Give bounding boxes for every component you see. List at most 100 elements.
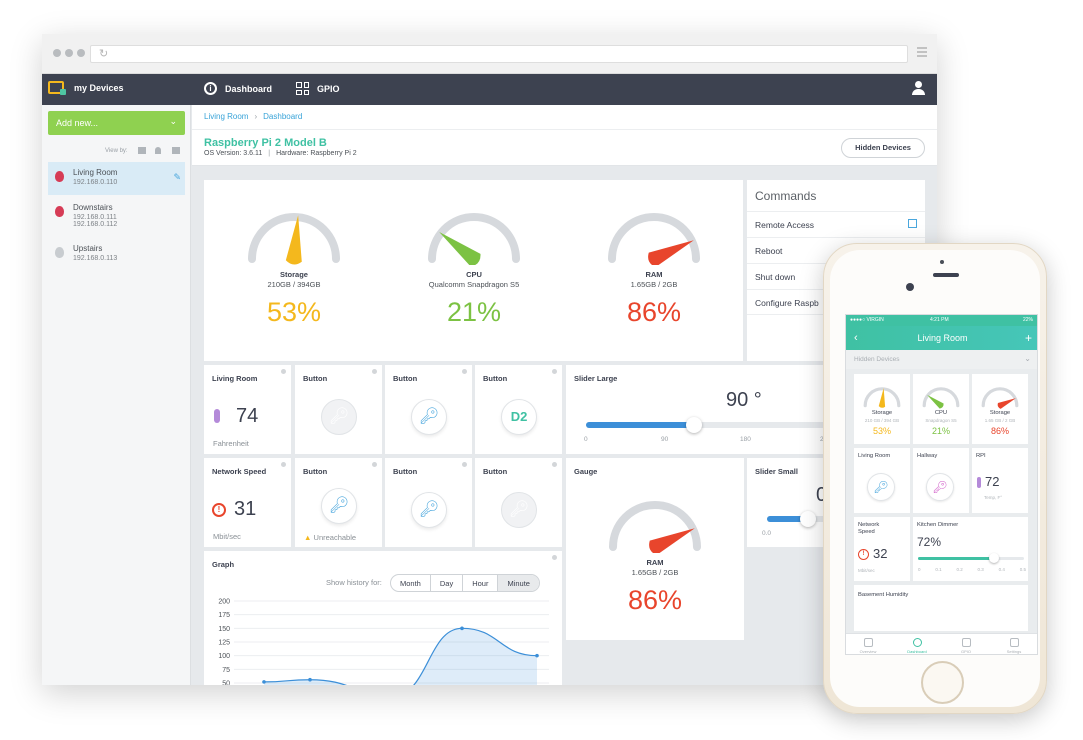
unreachable-status: ▲ Unreachable [304, 533, 356, 542]
key-button[interactable]: 🔑︎ [867, 473, 895, 501]
front-camera [906, 283, 914, 291]
gauge-needle [878, 388, 886, 408]
button-widget-5: Button 🔑︎ [385, 458, 472, 547]
os-version: OS Version: 3.6.11 [204, 150, 263, 157]
gauge-percent: 86% [627, 585, 683, 615]
address-bar[interactable]: ↻ [90, 45, 908, 63]
key-button[interactable]: 🔑︎ [321, 488, 357, 524]
reload-icon[interactable]: ↻ [99, 47, 108, 60]
key-button[interactable]: 🔑︎ [926, 473, 954, 501]
y-tick-label: 75 [222, 667, 230, 674]
ram-gauge-widget: RAM 1.65GB / 2GB 86% [585, 483, 725, 616]
slider-handle[interactable] [686, 417, 702, 433]
mobile-tile-dimmer: Kitchen Dimmer 72% 0 0.1 0.2 0.3 0.4 0.5 [913, 517, 1028, 581]
system-gauges-panel: Storage 210GB / 394GB 53% CPU Qualcomm S… [204, 180, 743, 361]
clock: 4:21 PM [930, 317, 949, 323]
back-icon[interactable]: ‹ [854, 326, 858, 350]
command-remote-access[interactable]: Remote Access [747, 211, 925, 237]
user-view-icon[interactable] [155, 147, 161, 154]
phone-device: ●●●●○ VIRGIN 4:21 PM 22% ‹ Living Room +… [823, 243, 1047, 714]
gauge-percent: 86% [626, 297, 682, 327]
edit-icon[interactable]: ✎ [173, 172, 181, 183]
phone-screen: ●●●●○ VIRGIN 4:21 PM 22% ‹ Living Room +… [845, 314, 1038, 655]
browser-menu-icon[interactable] [917, 47, 927, 59]
home-button[interactable] [921, 661, 964, 704]
gauge-label: Storage [280, 270, 308, 279]
tab-settings[interactable]: Settings [996, 638, 1032, 654]
tab-gpio[interactable]: GPIO [948, 638, 984, 654]
y-tick-label: 150 [218, 626, 230, 633]
phone-speaker [933, 273, 959, 277]
page-header: Living Room › Dashboard Raspberry Pi 2 Mod… [192, 105, 937, 166]
gauge-label: RAM [646, 558, 664, 567]
breadcrumb-dashboard[interactable]: Dashboard [263, 112, 302, 121]
key-button[interactable]: 🔑︎ [321, 399, 357, 435]
mobile-tile-living-room: Living Room 🔑︎ [854, 448, 910, 513]
list-view-icon[interactable] [138, 147, 146, 154]
key-icon: 🔑︎ [328, 497, 350, 514]
nav-gpio[interactable]: GPIO [296, 82, 340, 95]
sidebar-device-living-room[interactable]: Living Room 192.168.0.110 ✎ [48, 162, 185, 195]
user-icon[interactable] [911, 81, 925, 97]
dimmer-ticks: 0 0.1 0.2 0.3 0.4 0.5 [918, 567, 1026, 572]
gauge-sub: 210 GB / 394 GB [864, 418, 900, 423]
page-title: Raspberry Pi 2 Model B [204, 137, 327, 149]
d2-button[interactable]: D2 [501, 399, 537, 435]
gauge-needle [997, 398, 1016, 409]
network-speed-unit: Mbit/sec [213, 532, 241, 541]
tile-title: Living Room [858, 453, 891, 459]
gauge-sub: Snapdragon S5 [925, 418, 957, 423]
thermometer-icon [214, 409, 220, 423]
brand-logo[interactable]: my Devices [48, 81, 124, 95]
table-view-icon[interactable] [172, 147, 180, 154]
add-icon[interactable]: + [1025, 326, 1032, 350]
tab-dashboard[interactable]: Dashboard [899, 638, 935, 654]
add-new-button[interactable]: Add new... ⌄ [48, 111, 185, 135]
breadcrumb-living-room[interactable]: Living Room [204, 112, 248, 121]
gauge-needle [927, 394, 944, 409]
dimmer-tick: 0.3 [977, 567, 984, 572]
raspberry-pi-icon [55, 171, 64, 182]
dashboard-icon [912, 638, 922, 647]
temperature-value: 74 [236, 405, 259, 427]
key-button[interactable]: 🔑︎ [501, 492, 537, 528]
key-icon: 🔑︎ [418, 501, 440, 518]
slider-track[interactable] [586, 417, 826, 433]
slider-tick: 0 [584, 436, 588, 443]
slider-tick: 90 [661, 436, 669, 443]
gauge-sub: 210GB / 394GB [267, 280, 321, 289]
command-label: Reboot [755, 246, 783, 256]
raspberry-pi-icon [55, 206, 64, 217]
dimmer-slider-handle[interactable] [989, 553, 1000, 563]
gauge-needle [439, 232, 481, 267]
gauge-label: CPU [466, 270, 482, 279]
button-widget-2: Button 🔑︎ [385, 365, 472, 454]
tile-value: 72 [985, 474, 1000, 489]
hidden-devices-button[interactable]: Hidden Devices [841, 138, 925, 158]
slider-tick: 180 [740, 436, 751, 443]
hidden-devices-row[interactable]: Hidden Devices ⌄ [846, 350, 1037, 369]
nav-dashboard-label: Dashboard [225, 83, 273, 94]
dimmer-slider-track[interactable] [918, 553, 1024, 563]
slider-large-widget: Slider Large 90 ° 0 90 180 2 [566, 365, 837, 454]
graph-point [262, 680, 266, 684]
key-button[interactable]: 🔑︎ [411, 492, 447, 528]
device-ip: 192.168.0.110 [73, 179, 118, 186]
sidebar-device-downstairs[interactable]: Downstairs 192.168.0.111 192.168.0.112 [48, 197, 185, 235]
key-icon: 🔑︎ [873, 480, 889, 494]
nav-dashboard[interactable]: i Dashboard [204, 82, 272, 95]
settings-icon [1009, 638, 1019, 647]
key-button[interactable]: 🔑︎ [411, 399, 447, 435]
top-navbar: my Devices i Dashboard GPIO [42, 74, 937, 105]
slider-handle[interactable] [799, 511, 816, 527]
window-controls[interactable] [53, 49, 85, 57]
widget-title: Button [303, 467, 328, 476]
tile-title: Kitchen Dimmer [917, 522, 959, 528]
mobile-tile-hallway: Hallway 🔑︎ [913, 448, 969, 513]
tab-overview[interactable]: Overview [850, 638, 886, 654]
sidebar-device-upstairs[interactable]: Upstairs 192.168.0.113 [48, 238, 185, 271]
brand-name: my Devices [74, 82, 124, 93]
dimmer-tick: 0.5 [1019, 567, 1026, 572]
command-label: Shut down [755, 272, 796, 282]
sidebar: Add new... ⌄ View by: Living Room 192.16… [42, 105, 191, 685]
